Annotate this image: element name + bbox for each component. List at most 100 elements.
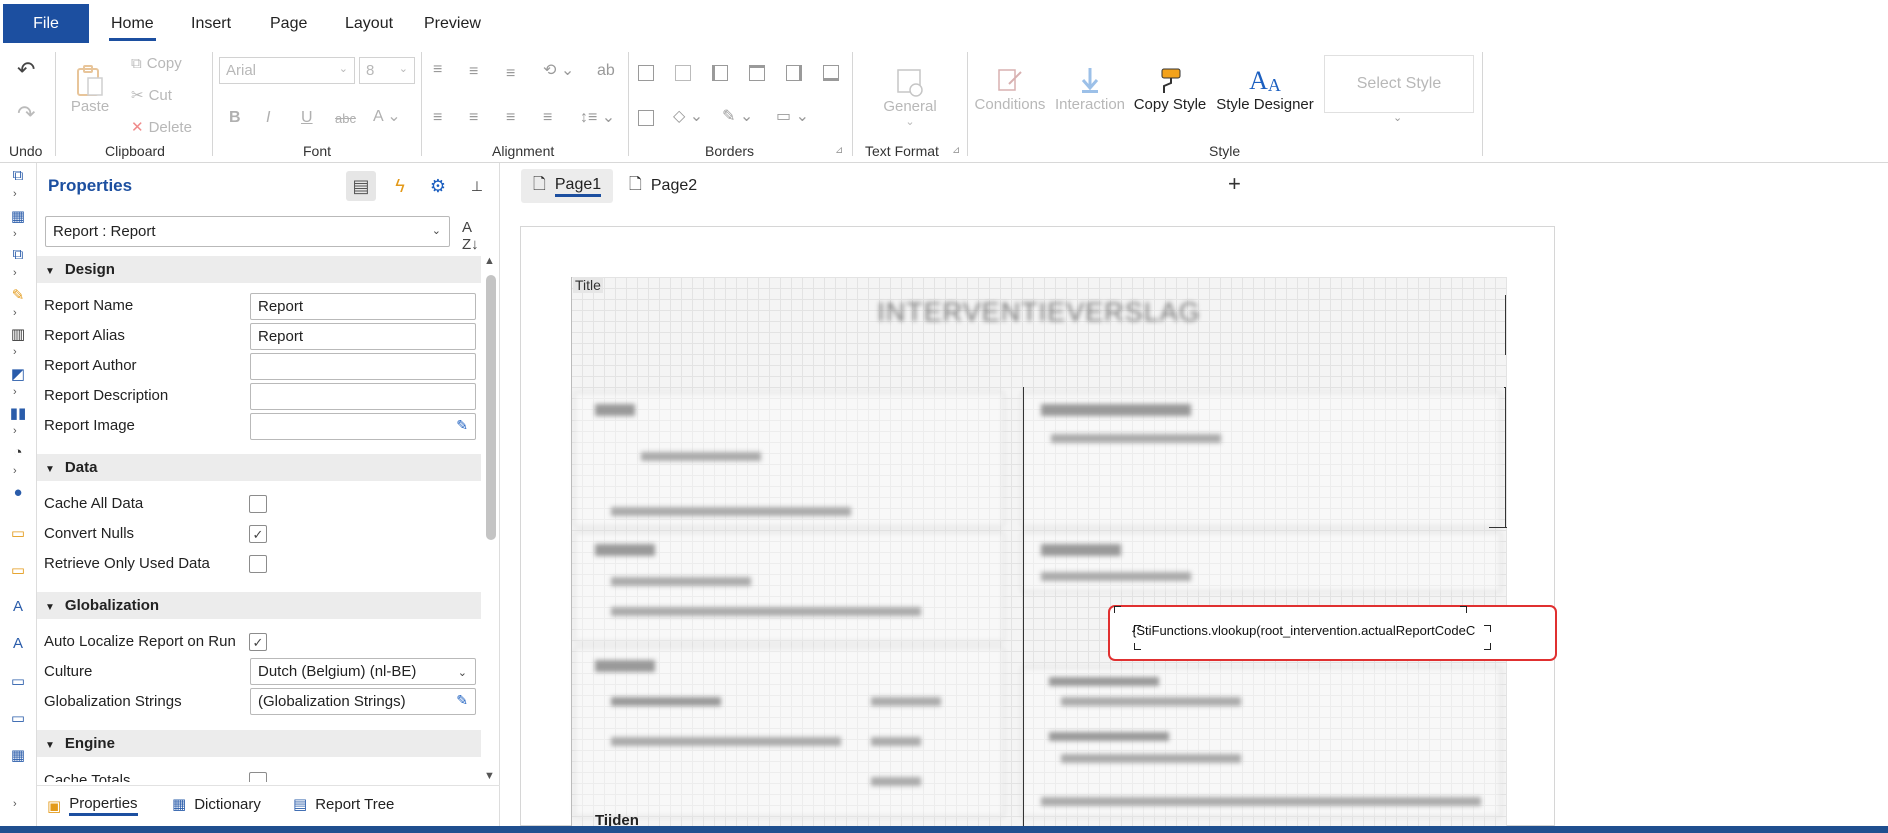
resize-handle[interactable] [1460,606,1467,613]
tab-dictionary[interactable]: ▦ Dictionary [172,795,261,814]
barcode-icon[interactable]: ▥ [8,325,28,343]
chevron-right-icon[interactable]: › [13,425,17,437]
add-page-icon[interactable]: + [1228,171,1241,197]
pin-icon[interactable]: ⊥ [462,171,492,201]
underline-icon[interactable]: U [301,110,313,126]
text-rotation-icon[interactable]: ⟲ ⌄ [543,63,574,79]
font-size-select[interactable]: 8 ⌄ [359,57,415,84]
report-description-field[interactable] [250,383,476,410]
tab-page[interactable]: Page [270,4,307,43]
cache-totals-checkbox[interactable] [249,772,267,782]
chevron-right-icon[interactable]: › [13,386,17,398]
selected-text-component[interactable]: {StiFunctions.vlookup(root_intervention.… [1108,605,1557,661]
bold-icon[interactable]: B [229,110,241,126]
align-bottom-icon[interactable]: ≡ [506,66,515,82]
interaction-button[interactable]: Interaction [1054,52,1126,113]
convert-nulls-checkbox[interactable]: ✓ [249,525,267,543]
align-left-icon[interactable]: ≡ [433,110,442,126]
tab-layout[interactable]: Layout [345,4,393,43]
strikethrough-icon[interactable]: abc [335,112,356,125]
components-icon[interactable]: ⧉ [8,246,28,264]
font-family-select[interactable]: Arial ⌄ [219,57,355,84]
undo-icon[interactable]: ↶ [17,59,35,81]
pencil-icon[interactable]: ✎ [456,692,468,709]
pen-icon[interactable]: ✎ [8,286,28,304]
report-title-band[interactable]: INTERVENTIEVERSLAG {StiFunctions.vlookup… [571,277,1557,829]
expand-icon[interactable]: ⊿ [952,146,960,156]
page-footer-band-icon[interactable]: ▭ [8,709,28,727]
chevron-right-icon[interactable]: › [13,307,17,319]
report-image-field[interactable]: ✎ [250,413,476,440]
border-settings-icon[interactable] [638,110,654,126]
page-header-band-icon[interactable]: ▭ [8,561,28,579]
report-alias-field[interactable]: Report [250,323,476,350]
auto-localize-checkbox[interactable]: ✓ [249,633,267,651]
rich-text-icon[interactable]: A [8,635,28,653]
align-justify-icon[interactable]: ≡ [543,110,552,126]
category-globalization[interactable]: ▼ Globalization [37,592,481,619]
border-bottom-icon[interactable] [823,65,839,81]
tab-preview[interactable]: Preview [424,4,481,43]
text-format-button[interactable]: General ⌄ [880,54,940,128]
border-right-icon[interactable] [786,65,802,81]
gauge-icon[interactable]: ◔ [8,444,28,462]
align-right-icon[interactable]: ≡ [506,110,515,126]
scroll-up-icon[interactable]: ▲ [484,255,495,267]
shapes-icon[interactable]: ◩ [8,365,28,383]
style-designer-button[interactable]: AA Style Designer [1215,52,1315,113]
gear-icon[interactable]: ⚙ [423,171,453,201]
redo-icon[interactable]: ↷ [17,103,35,125]
chevron-right-icon[interactable]: › [13,267,17,279]
expand-icon[interactable]: ⊿ [835,146,843,156]
chevron-right-icon[interactable]: › [13,798,17,810]
tab-insert[interactable]: Insert [191,4,231,43]
events-icon[interactable]: ϟ [385,171,415,201]
tab-home[interactable]: Home [109,4,156,43]
tab-properties[interactable]: ▣ Properties [47,795,138,816]
font-color-icon[interactable]: A ⌄ [373,109,401,125]
delete-button[interactable]: ✕ Delete [131,118,192,137]
sort-az-icon[interactable]: A Z↓ [462,219,479,253]
tab-page2[interactable]: 🗋 Page2 [617,169,709,203]
retrieve-only-used-data-checkbox[interactable] [249,555,267,573]
align-middle-icon[interactable]: ≡ [469,64,478,80]
report-author-field[interactable] [250,353,476,380]
tab-page1[interactable]: 🗋 Page1 [521,169,614,203]
category-design[interactable]: ▼ Design [37,256,481,283]
tab-report-tree[interactable]: ▤ Report Tree [293,795,394,814]
border-left-icon[interactable] [712,65,728,81]
align-center-icon[interactable]: ≡ [469,110,478,126]
resize-handle[interactable] [1134,643,1141,650]
properties-scrollbar[interactable] [486,275,496,540]
select-style-dropdown[interactable]: Select Style [1324,55,1474,113]
text-icon[interactable]: A [8,598,28,616]
culture-select[interactable]: Dutch (Belgium) (nl-BE) ⌄ [250,658,476,685]
border-none-icon[interactable] [675,65,691,81]
chevron-right-icon[interactable]: › [13,465,17,477]
category-engine[interactable]: ▼ Engine [37,730,481,757]
chart-icon[interactable]: ▮▮ [8,404,28,422]
resize-handle[interactable] [1484,625,1491,632]
pencil-icon[interactable]: ✎ [456,417,468,434]
cut-button[interactable]: ✂ Cut [131,86,172,105]
chevron-right-icon[interactable]: › [13,188,17,200]
object-select[interactable]: Report : Report ⌄ [45,216,450,247]
bands-icon[interactable]: ⧉ [8,167,28,185]
resize-handle[interactable] [1114,606,1121,613]
border-color-icon[interactable]: ✎ ⌄ [722,109,753,125]
chevron-right-icon[interactable]: › [13,346,17,358]
border-top-icon[interactable] [749,65,765,81]
list-view-icon[interactable]: ▤ [346,171,376,201]
globalization-strings-field[interactable]: (Globalization Strings) ✎ [250,688,476,715]
report-name-field[interactable]: Report [250,293,476,320]
border-all-icon[interactable] [638,65,654,81]
map-icon[interactable]: ● [8,484,28,502]
scroll-down-icon[interactable]: ▼ [484,770,495,782]
copy-style-button[interactable]: Copy Style [1132,52,1208,113]
category-data[interactable]: ▼ Data [37,454,481,481]
italic-icon[interactable]: I [266,110,270,126]
resize-handle[interactable] [1484,643,1491,650]
panel-icon[interactable]: ▭ [8,672,28,690]
table-icon[interactable]: ▦ [8,746,28,764]
chevron-down-icon[interactable]: ⌄ [1393,113,1402,124]
